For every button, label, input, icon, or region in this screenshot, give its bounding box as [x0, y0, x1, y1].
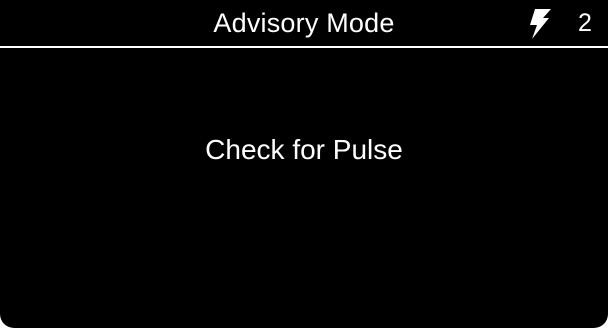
message-area: Check for Pulse: [0, 48, 608, 328]
prompt-message: Check for Pulse: [205, 134, 403, 165]
shock-count: 2: [578, 9, 592, 37]
status-header: Advisory Mode 2: [0, 0, 608, 48]
lightning-bolt-icon: [530, 9, 551, 39]
aed-display: Advisory Mode 2 Check for Pulse: [0, 0, 608, 328]
mode-title: Advisory Mode: [213, 8, 395, 38]
